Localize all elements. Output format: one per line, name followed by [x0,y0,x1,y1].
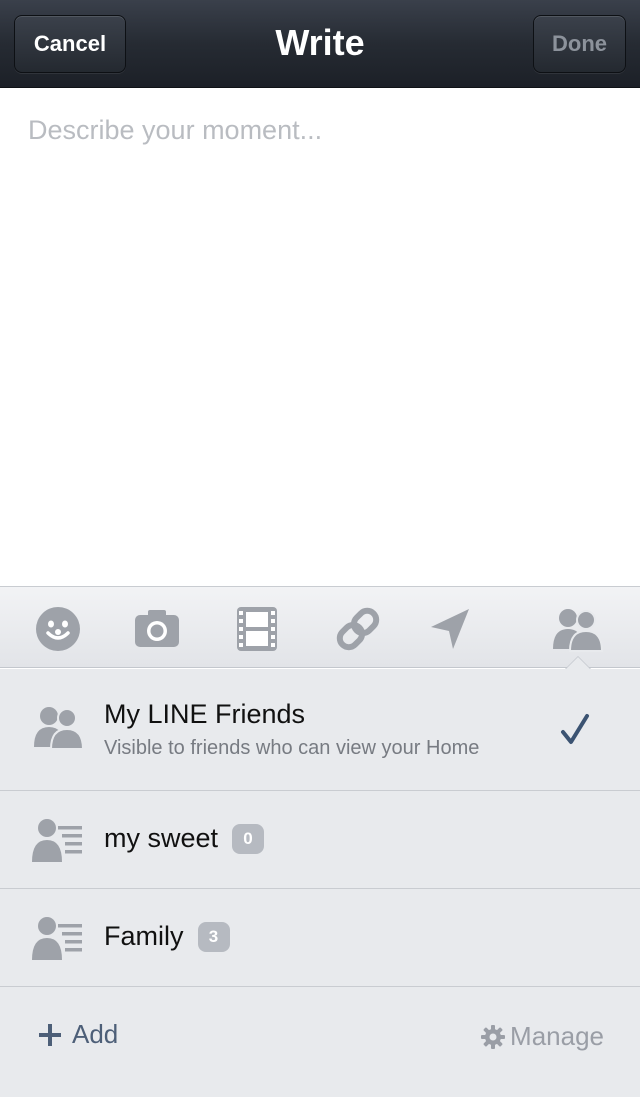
navigation-bar: Cancel Write Done [0,0,640,88]
audience-title: My LINE Friends [104,699,306,729]
audience-title: Family 3 [104,921,230,952]
audience-name: my sweet [104,823,219,853]
audience-item-family[interactable]: Family 3 [0,889,640,987]
attachment-toolbar [0,586,640,668]
user-list-icon [32,917,82,960]
audience-name: Family [104,921,184,951]
add-group-button[interactable]: Add [38,1019,118,1050]
sticker-button[interactable] [34,605,82,653]
friends-icon [553,609,603,652]
smiley-icon [36,607,80,651]
film-icon [237,607,277,651]
video-button[interactable] [233,605,281,653]
group-icon [34,707,84,750]
compose-area [0,89,640,586]
photo-button[interactable] [133,605,181,653]
user-list-icon [32,819,82,862]
audience-title: my sweet 0 [104,823,265,854]
add-label: Add [72,1019,119,1049]
link-icon [336,607,380,651]
manage-label: Manage [510,1021,604,1051]
moment-text-input[interactable] [0,89,640,586]
audience-subtitle: Visible to friends who can view your Hom… [104,737,480,759]
audience-button[interactable] [551,605,603,653]
audience-item-my-line-friends[interactable]: My LINE Friends Visible to friends who c… [0,669,640,791]
member-count-badge: 0 [232,824,265,854]
done-button[interactable]: Done [533,15,626,73]
link-button[interactable] [334,605,382,653]
selected-tool-indicator [565,656,591,669]
member-count-badge: 3 [197,922,230,952]
audience-item-my-sweet[interactable]: my sweet 0 [0,791,640,889]
checkmark-icon [561,714,589,744]
camera-icon [135,610,179,647]
location-icon [431,609,469,649]
gear-icon [481,1024,506,1049]
manage-groups-button[interactable]: Manage [481,1021,604,1052]
plus-icon [39,1023,61,1046]
location-button[interactable] [427,605,475,653]
audience-list: My LINE Friends Visible to friends who c… [0,669,640,1097]
